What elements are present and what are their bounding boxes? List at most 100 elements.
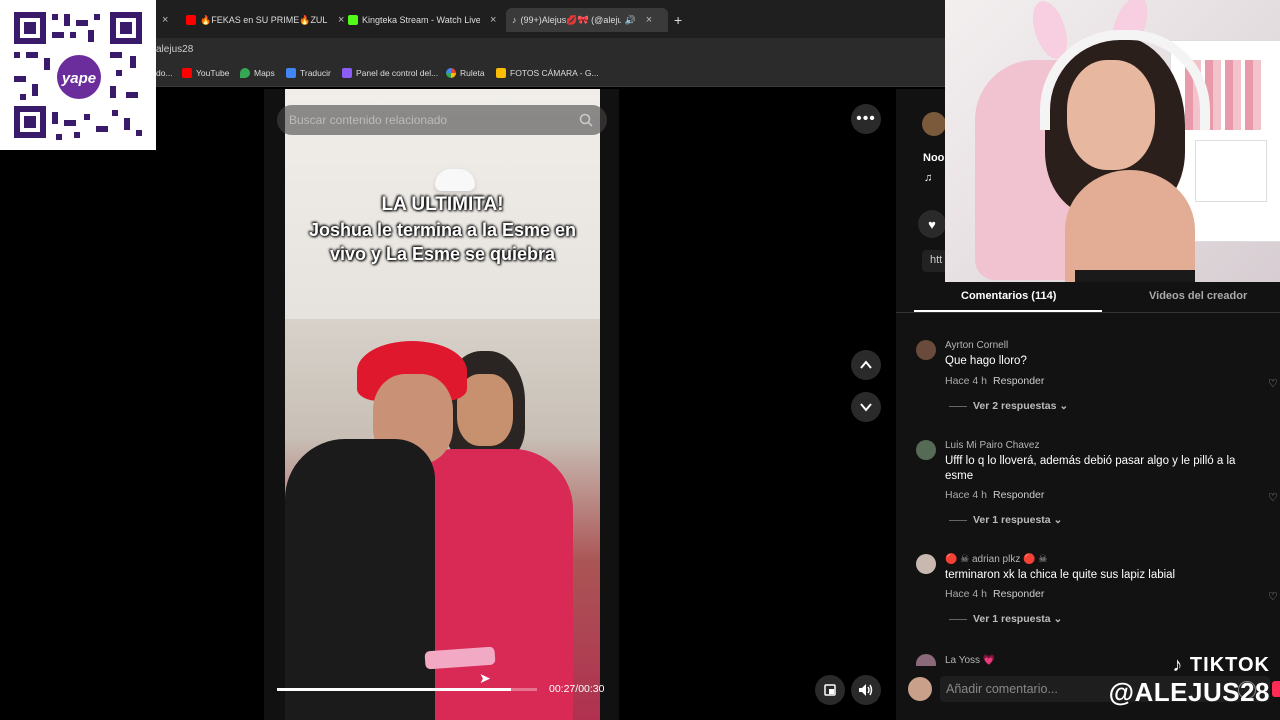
tab-partial[interactable]: × [156, 8, 174, 32]
heart-icon[interactable]: ♡ [1268, 590, 1278, 603]
comment-author[interactable]: 🔴 ☠ adrian plkz 🔴 ☠ [945, 554, 1047, 565]
user-avatar [908, 677, 932, 701]
panel-icon [342, 68, 352, 78]
comment-item: Ayrton Cornell Que hago lloro? Hace 4 h R… [912, 340, 1280, 420]
bookmark-panel[interactable]: Panel de control del... [342, 68, 438, 78]
browser-tab-bar: × 🔥FEKAS en SU PRIME🔥ZULLY × Kingteka St… [156, 0, 946, 38]
mouse-cursor-icon: ➤ [479, 670, 491, 686]
previous-video-button[interactable] [851, 350, 881, 380]
post-button[interactable] [1272, 681, 1280, 697]
kick-icon [348, 15, 358, 25]
watermark-handle: @ALEJUS28 [1108, 677, 1270, 707]
reply-button[interactable]: Responder [993, 375, 1044, 387]
video-player[interactable] [285, 89, 600, 720]
roulette-icon [446, 68, 456, 78]
close-tab-icon[interactable]: × [490, 14, 496, 26]
streamer-shoulders [1065, 170, 1195, 282]
related-search-input[interactable]: Buscar contenido relacionado [277, 105, 607, 135]
avatar[interactable] [916, 440, 936, 460]
comment-author[interactable]: Luis Mi Pairo Chavez [945, 440, 1039, 451]
person-esme-shirt [413, 449, 573, 720]
webcam-overlay [945, 0, 1280, 282]
comment-text: Ufff lo q lo lloverá, además debió pasar… [945, 455, 1236, 482]
youtube-icon [182, 68, 192, 78]
watermark-brand: TIKTOK [1189, 654, 1270, 676]
tiktok-watermark: ♪ TIKTOK @ALEJUS28 [1080, 654, 1270, 708]
plus-icon: + [674, 12, 683, 28]
tab-tiktok-active[interactable]: ♪ (99+)Alejus💋🎀 (@alejus2 🔊 × [506, 8, 668, 32]
bookmark-label: Traducir [300, 68, 331, 78]
comment-meta: Hace 4 h Responder [945, 489, 1044, 501]
streamer-top [1075, 270, 1195, 282]
more-options-button[interactable]: ••• [851, 104, 881, 134]
comment-meta: Hace 4 h Responder [945, 375, 1044, 387]
speaker-icon[interactable]: 🔊 [625, 15, 636, 26]
reply-button[interactable]: Responder [993, 588, 1044, 600]
svg-text:yape: yape [61, 70, 96, 87]
tab-comments[interactable]: Comentarios (114) [961, 290, 1056, 302]
yape-qr-code: yape [0, 0, 156, 150]
close-tab-icon[interactable]: × [338, 14, 344, 26]
new-tab-button[interactable]: + [674, 8, 682, 32]
tab-kingteka[interactable]: Kingteka Stream - Watch Live o × [348, 8, 498, 32]
video-caption: LA ULTIMITA! Joshua le termina a la Esme… [285, 193, 600, 267]
chevron-down-icon [860, 403, 872, 412]
avatar[interactable] [916, 554, 936, 574]
comment-author[interactable]: Ayrton Cornell [945, 340, 1008, 351]
next-video-button[interactable] [851, 392, 881, 422]
bookmark-ruleta[interactable]: Ruleta [446, 68, 485, 78]
avatar[interactable] [916, 340, 936, 360]
creator-avatar[interactable] [922, 112, 946, 136]
close-tab-icon[interactable]: × [646, 14, 652, 26]
view-replies-button[interactable]: Ver 2 respuestas ⌄ [949, 400, 1068, 412]
heart-icon[interactable]: ♡ [1268, 491, 1278, 504]
close-tab-icon[interactable]: × [162, 14, 168, 26]
volume-button[interactable] [851, 675, 881, 705]
reply-button[interactable]: Responder [993, 489, 1044, 501]
avatar[interactable] [916, 654, 936, 666]
address-bar[interactable]: alejus28 [156, 38, 946, 62]
tab-fekas[interactable]: 🔥FEKAS en SU PRIME🔥ZULLY × [186, 8, 346, 32]
bookmark-youtube[interactable]: YouTube [182, 68, 229, 78]
picture-in-picture-icon [824, 684, 836, 696]
comment-text: Que hago lloro? [945, 355, 1027, 367]
like-button[interactable]: ♥ [918, 210, 946, 238]
maps-icon [240, 68, 250, 78]
ceiling-lamp [435, 169, 475, 191]
view-replies-button[interactable]: Ver 1 respuesta ⌄ [949, 514, 1062, 526]
comment-author[interactable]: La Yoss 💗 [945, 655, 995, 666]
comment-item: Luis Mi Pairo Chavez Ufff lo q lo llover… [912, 440, 1280, 530]
tab-label: (99+)Alejus💋🎀 (@alejus2 [520, 14, 621, 25]
speaker-icon [859, 684, 873, 696]
pip-button[interactable] [815, 675, 845, 705]
bookmark-translate[interactable]: Traducir [286, 68, 331, 78]
ellipsis-icon: ••• [856, 110, 876, 127]
video-time: 00:27/00:30 [549, 683, 605, 695]
view-replies-button[interactable]: Ver 1 respuesta ⌄ [949, 613, 1062, 625]
caption-line: vivo y La Esme se quiebra [329, 244, 556, 264]
chevron-up-icon [860, 360, 872, 369]
watermark-line1: ♪ TIKTOK [1080, 654, 1270, 677]
comment-item: 🔴 ☠ adrian plkz 🔴 ☠ terminaron xk la chi… [912, 554, 1280, 634]
tab-label: 🔥FEKAS en SU PRIME🔥ZULLY [200, 14, 328, 25]
bookmark-label: Ruleta [460, 68, 485, 78]
search-placeholder: Buscar contenido relacionado [289, 113, 448, 127]
bookmark-fotos[interactable]: FOTOS CÁMARA - G... [496, 68, 599, 78]
drawer [1195, 140, 1267, 202]
bookmark-label: YouTube [196, 68, 230, 78]
comment-text: terminaron xk la chica le quite sus lapi… [945, 569, 1176, 581]
creator-name: Noo [923, 152, 945, 164]
comment-placeholder: Añadir comentario... [946, 682, 1058, 696]
panel-tabs: Comentarios (114) Videos del creador [896, 282, 1280, 313]
tiktok-icon: ♪ [512, 15, 517, 25]
bookmark-item[interactable]: do... [156, 68, 173, 78]
search-icon[interactable] [579, 113, 593, 127]
bookmarks-bar: do... YouTube Maps Traducir Panel de con… [156, 62, 946, 87]
tab-creator-videos[interactable]: Videos del creador [1149, 290, 1247, 302]
heart-icon[interactable]: ♡ [1268, 377, 1278, 390]
drive-icon [496, 68, 506, 78]
music-note-icon: ♫ [924, 172, 933, 184]
bookmark-maps[interactable]: Maps [240, 68, 275, 78]
bookmark-label: Panel de control del... [356, 68, 439, 78]
tiktok-icon: ♪ [1172, 654, 1184, 676]
